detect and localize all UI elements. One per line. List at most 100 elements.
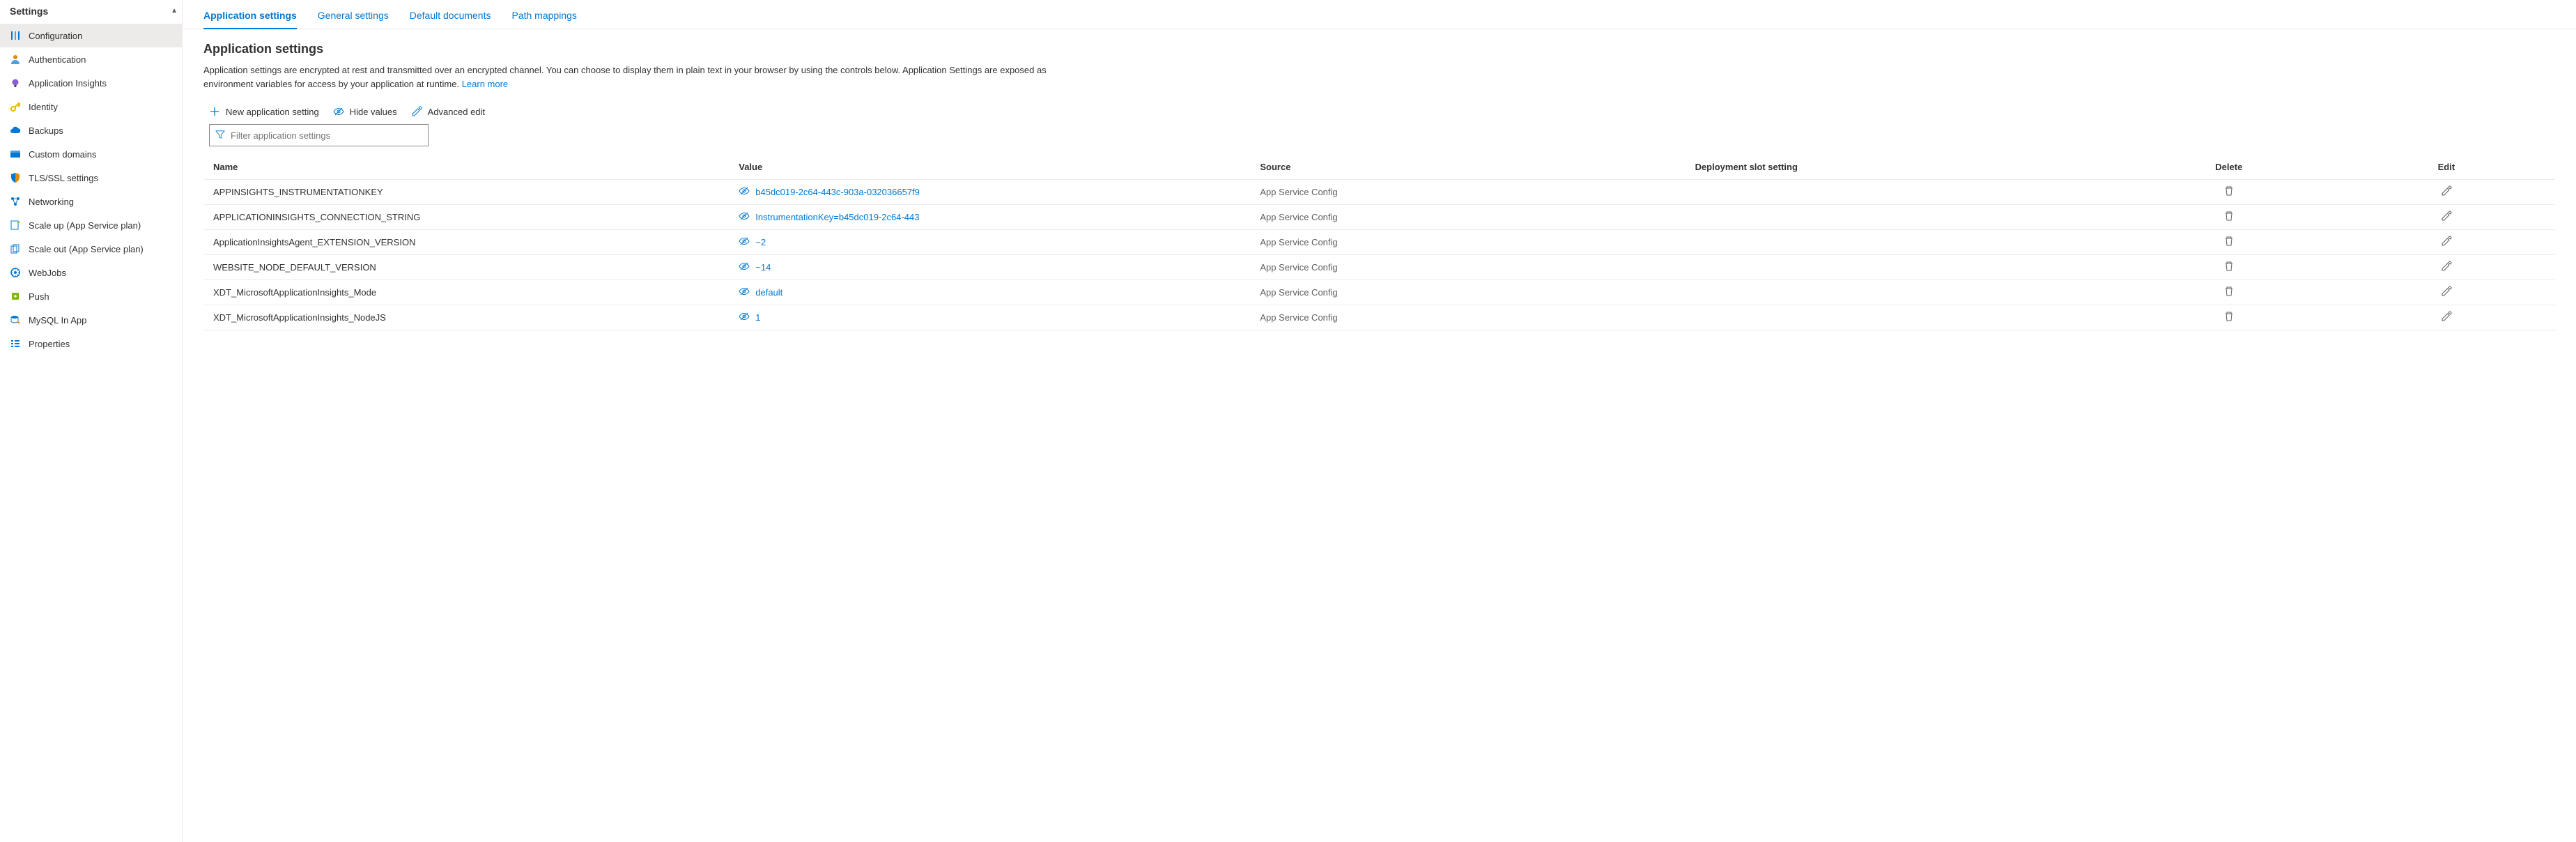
sidebar-item-label: Properties	[29, 339, 70, 349]
sidebar-item-backups[interactable]: Backups	[0, 118, 182, 142]
plus-icon	[209, 106, 220, 117]
sidebar-item-customdomains[interactable]: Custom domains	[0, 142, 182, 166]
delete-button[interactable]	[2223, 286, 2235, 297]
sidebar-item-push[interactable]: Push	[0, 284, 182, 308]
sidebar-item-networking[interactable]: Networking	[0, 190, 182, 213]
sidebar-header: Settings	[0, 0, 182, 21]
settings-toolbar: New application setting Hide values Adva…	[203, 106, 2555, 117]
sidebar-item-authentication[interactable]: Authentication	[0, 47, 182, 71]
delete-cell	[2120, 305, 2338, 330]
tab-path-mappings[interactable]: Path mappings	[511, 10, 576, 29]
setting-value-text: default	[755, 287, 782, 298]
col-header-slot[interactable]: Deployment slot setting	[1686, 156, 2120, 180]
hide-values-button[interactable]: Hide values	[333, 106, 397, 117]
setting-value-text: b45dc019-2c64-443c-903a-032036657f9	[755, 187, 920, 197]
delete-button[interactable]	[2223, 261, 2235, 272]
sidebar-item-appinsights[interactable]: Application Insights	[0, 71, 182, 95]
setting-source-cell: App Service Config	[1250, 305, 1685, 330]
filter-input-container[interactable]	[209, 124, 429, 146]
cloud-icon	[10, 125, 21, 136]
reveal-value-icon[interactable]	[739, 210, 750, 224]
learn-more-link[interactable]: Learn more	[462, 79, 508, 89]
main-content: Application settings General settings Defa…	[183, 0, 2576, 842]
sidebar-item-mysql[interactable]: MySQL In App	[0, 308, 182, 332]
delete-cell	[2120, 255, 2338, 280]
sidebar-item-identity[interactable]: Identity	[0, 95, 182, 118]
tab-general-settings[interactable]: General settings	[318, 10, 389, 29]
sidebar-item-scaleout[interactable]: Scale out (App Service plan)	[0, 237, 182, 261]
scaleout-icon	[10, 243, 21, 254]
setting-name-cell[interactable]: XDT_MicrosoftApplicationInsights_NodeJS	[203, 305, 729, 330]
setting-value-cell[interactable]: b45dc019-2c64-443c-903a-032036657f9	[729, 180, 1250, 205]
domain-icon	[10, 148, 21, 160]
setting-source-cell: App Service Config	[1250, 255, 1685, 280]
bulb-icon	[10, 77, 21, 89]
setting-value-text: ~2	[755, 237, 766, 247]
sidebar-item-scaleup[interactable]: Scale up (App Service plan)	[0, 213, 182, 237]
edit-cell	[2338, 180, 2555, 205]
col-header-name[interactable]: Name	[203, 156, 729, 180]
sidebar-item-tls[interactable]: TLS/SSL settings	[0, 166, 182, 190]
sidebar-item-label: TLS/SSL settings	[29, 173, 98, 183]
tab-app-settings[interactable]: Application settings	[203, 10, 297, 29]
edit-button[interactable]	[2441, 286, 2452, 297]
table-row: XDT_MicrosoftApplicationInsights_NodeJS …	[203, 305, 2555, 330]
sidebar-item-label: Scale up (App Service plan)	[29, 220, 141, 231]
delete-button[interactable]	[2223, 311, 2235, 322]
advanced-edit-button[interactable]: Advanced edit	[411, 106, 485, 117]
setting-name-cell[interactable]: APPINSIGHTS_INSTRUMENTATIONKEY	[203, 180, 729, 205]
table-row: XDT_MicrosoftApplicationInsights_Mode de…	[203, 280, 2555, 305]
edit-cell	[2338, 230, 2555, 255]
setting-name-cell[interactable]: ApplicationInsightsAgent_EXTENSION_VERSI…	[203, 230, 729, 255]
delete-button[interactable]	[2223, 236, 2235, 247]
edit-button[interactable]	[2441, 185, 2452, 197]
section-title: Application settings	[203, 42, 2555, 56]
setting-value-cell[interactable]: ~14	[729, 255, 1250, 280]
setting-value-cell[interactable]: InstrumentationKey=b45dc019-2c64-443	[729, 205, 1250, 230]
setting-name-cell[interactable]: APPLICATIONINSIGHTS_CONNECTION_STRING	[203, 205, 729, 230]
sidebar-item-webjobs[interactable]: WebJobs	[0, 261, 182, 284]
sidebar-item-label: Networking	[29, 197, 74, 207]
pencil-icon	[411, 106, 422, 117]
delete-button[interactable]	[2223, 185, 2235, 197]
collapse-sidebar-icon[interactable]: ▲	[171, 7, 178, 15]
tab-default-documents[interactable]: Default documents	[410, 10, 491, 29]
table-row: APPINSIGHTS_INSTRUMENTATIONKEY b45dc019-…	[203, 180, 2555, 205]
setting-value-text: 1	[755, 312, 760, 323]
sidebar-item-label: Backups	[29, 125, 63, 136]
edit-button[interactable]	[2441, 236, 2452, 247]
sidebar-item-configuration[interactable]: Configuration	[0, 24, 182, 47]
delete-cell	[2120, 180, 2338, 205]
sliders-icon	[10, 30, 21, 41]
setting-value-cell[interactable]: default	[729, 280, 1250, 305]
edit-button[interactable]	[2441, 311, 2452, 322]
edit-button[interactable]	[2441, 210, 2452, 222]
col-header-source[interactable]: Source	[1250, 156, 1685, 180]
sidebar-item-properties[interactable]: Properties	[0, 332, 182, 355]
setting-slot-cell	[1686, 280, 2120, 305]
col-header-value[interactable]: Value	[729, 156, 1250, 180]
filter-input[interactable]	[231, 130, 422, 141]
sidebar-item-label: MySQL In App	[29, 315, 86, 326]
edit-cell	[2338, 280, 2555, 305]
setting-source-cell: App Service Config	[1250, 180, 1685, 205]
reveal-value-icon[interactable]	[739, 185, 750, 199]
setting-name-cell[interactable]: WEBSITE_NODE_DEFAULT_VERSION	[203, 255, 729, 280]
reveal-value-icon[interactable]	[739, 236, 750, 249]
reveal-value-icon[interactable]	[739, 311, 750, 324]
setting-value-cell[interactable]: ~2	[729, 230, 1250, 255]
new-application-setting-button[interactable]: New application setting	[209, 106, 319, 117]
sidebar-item-label: Identity	[29, 102, 58, 112]
mysql-icon	[10, 314, 21, 326]
new-setting-label: New application setting	[226, 107, 319, 117]
reveal-value-icon[interactable]	[739, 261, 750, 274]
setting-name-cell[interactable]: XDT_MicrosoftApplicationInsights_Mode	[203, 280, 729, 305]
delete-button[interactable]	[2223, 210, 2235, 222]
person-icon	[10, 54, 21, 65]
edit-button[interactable]	[2441, 261, 2452, 272]
reveal-value-icon[interactable]	[739, 286, 750, 299]
eye-hide-icon	[333, 106, 344, 117]
sidebar-item-label: Push	[29, 291, 49, 302]
network-icon	[10, 196, 21, 207]
setting-value-cell[interactable]: 1	[729, 305, 1250, 330]
